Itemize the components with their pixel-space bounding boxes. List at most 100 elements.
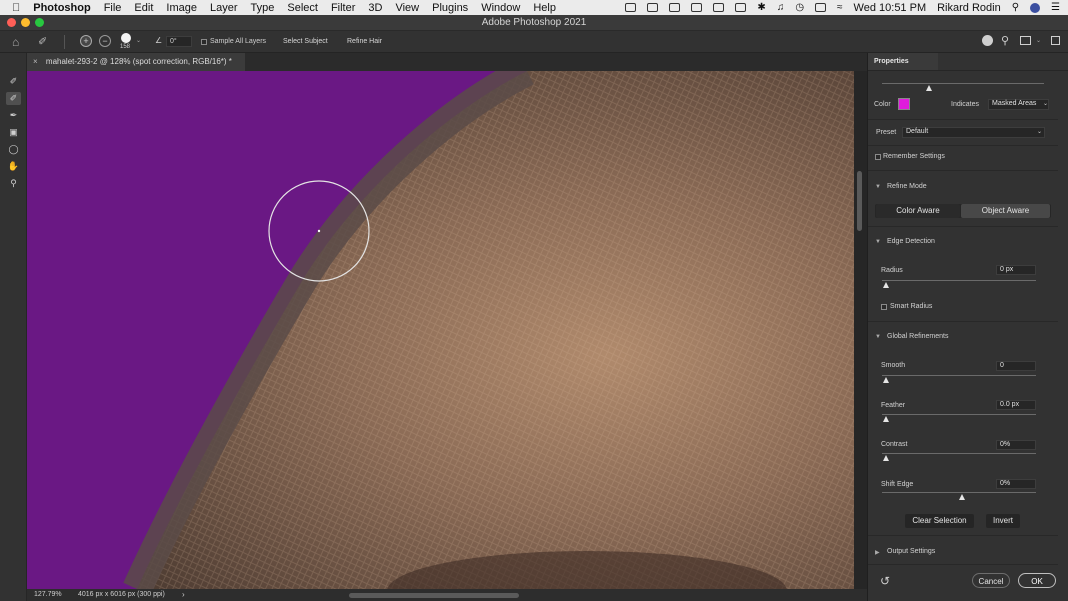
- object-aware-button[interactable]: Object Aware: [961, 204, 1050, 218]
- angle-field[interactable]: 0°: [166, 36, 192, 47]
- brush-preview-icon[interactable]: [121, 33, 131, 43]
- refine-edge-brush-tool-icon[interactable]: ✐: [6, 92, 21, 105]
- menu-layer[interactable]: Layer: [210, 2, 238, 14]
- menu-app-name[interactable]: Photoshop: [33, 2, 90, 14]
- invert-button[interactable]: Invert: [986, 514, 1020, 528]
- smooth-slider-track[interactable]: [882, 375, 1036, 376]
- refine-mode-title[interactable]: Refine Mode: [887, 183, 927, 190]
- workspace-chevron-down-icon[interactable]: ⌄: [1036, 37, 1041, 44]
- user-icon[interactable]: [982, 35, 993, 46]
- indicates-select[interactable]: Masked Areas: [988, 99, 1049, 110]
- global-refinements-chevron-down-icon[interactable]: ▼: [875, 334, 881, 340]
- status-menu-chevron-right-icon[interactable]: ›: [182, 590, 185, 599]
- hand-tool-icon[interactable]: ✋: [6, 160, 21, 173]
- subtract-from-selection-icon[interactable]: −: [99, 35, 111, 47]
- object-selection-tool-icon[interactable]: ▣: [6, 126, 21, 139]
- document-tab[interactable]: × mahalet-293-2 @ 128% (spot correction,…: [27, 53, 245, 71]
- refine-hair-button[interactable]: Refine Hair: [341, 35, 388, 49]
- brush-dropdown-chevron-down-icon[interactable]: ⌄: [136, 37, 141, 44]
- view-opacity-slider-thumb[interactable]: [926, 85, 932, 91]
- workspace-icon[interactable]: [1020, 36, 1031, 45]
- preset-select[interactable]: Default: [902, 127, 1045, 138]
- refine-mode-chevron-down-icon[interactable]: ▼: [875, 184, 881, 190]
- menu-edit[interactable]: Edit: [134, 2, 153, 14]
- select-subject-button[interactable]: Select Subject: [277, 35, 334, 49]
- smooth-slider-thumb[interactable]: [883, 377, 889, 383]
- zoom-window-button[interactable]: [35, 18, 44, 27]
- overlay-color-swatch[interactable]: [898, 98, 910, 110]
- feather-slider-track[interactable]: [882, 414, 1036, 415]
- menu-window[interactable]: Window: [481, 2, 520, 14]
- menu-filter[interactable]: Filter: [331, 2, 355, 14]
- contrast-slider-track[interactable]: [882, 453, 1036, 454]
- brush-tool-icon[interactable]: ✒: [6, 109, 21, 122]
- radius-field[interactable]: 0 px: [996, 265, 1036, 275]
- menu-image[interactable]: Image: [166, 2, 197, 14]
- share-icon[interactable]: [1051, 36, 1060, 45]
- volume-icon[interactable]: ♫: [777, 2, 785, 13]
- horizontal-scrollbar-thumb[interactable]: [349, 593, 519, 598]
- color-aware-button[interactable]: Color Aware: [876, 204, 960, 218]
- reset-icon[interactable]: ↺: [880, 574, 890, 588]
- shift-edge-slider-track[interactable]: [882, 492, 1036, 493]
- tray-sync-icon[interactable]: [735, 3, 747, 12]
- smooth-field[interactable]: 0: [996, 361, 1036, 371]
- airplay-icon[interactable]: [815, 3, 827, 12]
- view-opacity-slider-track[interactable]: [882, 83, 1044, 84]
- edge-detection-title[interactable]: Edge Detection: [887, 238, 935, 245]
- tray-app-icon[interactable]: [625, 3, 637, 12]
- add-to-selection-icon[interactable]: +: [80, 35, 92, 47]
- zoom-tool-icon[interactable]: ⚲: [6, 177, 21, 190]
- shift-edge-field[interactable]: 0%: [996, 479, 1036, 489]
- shift-edge-slider-thumb[interactable]: [959, 494, 965, 500]
- panel-tab[interactable]: Properties: [868, 53, 938, 70]
- output-settings-chevron-right-icon[interactable]: ▶: [875, 549, 880, 556]
- menu-type[interactable]: Type: [251, 2, 275, 14]
- scrollbar-thumb[interactable]: [857, 171, 862, 231]
- menu-view[interactable]: View: [395, 2, 419, 14]
- menu-plugins[interactable]: Plugins: [432, 2, 468, 14]
- menu-file[interactable]: File: [104, 2, 122, 14]
- zoom-level[interactable]: 127.79%: [34, 591, 62, 598]
- tray-keyboard-icon[interactable]: [713, 3, 725, 12]
- search-icon[interactable]: ⚲: [1001, 34, 1009, 47]
- time-machine-icon[interactable]: ◷: [795, 2, 804, 13]
- document-canvas[interactable]: [27, 71, 854, 589]
- menu-select[interactable]: Select: [287, 2, 318, 14]
- radius-slider-track[interactable]: [882, 280, 1036, 281]
- document-info[interactable]: 4016 px x 6016 px (300 ppi): [78, 591, 165, 598]
- ok-button[interactable]: OK: [1018, 573, 1056, 588]
- smart-radius-checkbox[interactable]: [881, 304, 887, 310]
- edge-detection-chevron-down-icon[interactable]: ▼: [875, 239, 881, 245]
- apple-icon[interactable]: : [12, 2, 20, 14]
- cancel-button[interactable]: Cancel: [972, 573, 1010, 588]
- radius-slider-thumb[interactable]: [883, 282, 889, 288]
- vertical-scrollbar[interactable]: [854, 71, 867, 589]
- contrast-field[interactable]: 0%: [996, 440, 1036, 450]
- menu-clock[interactable]: Wed 10:51 PM: [854, 2, 927, 14]
- remember-settings-checkbox[interactable]: [875, 154, 881, 160]
- wifi-icon[interactable]: ≈: [837, 2, 843, 13]
- output-settings-title[interactable]: Output Settings: [887, 548, 935, 555]
- close-tab-icon[interactable]: ×: [33, 57, 38, 66]
- quick-selection-tool-icon[interactable]: ✐: [6, 75, 21, 88]
- sample-all-layers-checkbox[interactable]: [201, 39, 207, 45]
- profile-icon[interactable]: [1030, 2, 1041, 13]
- menu-help[interactable]: Help: [533, 2, 556, 14]
- control-center-icon[interactable]: ☰: [1051, 2, 1060, 13]
- home-icon[interactable]: ⌂: [12, 35, 19, 49]
- bluetooth-icon[interactable]: ✱: [757, 2, 765, 13]
- global-refinements-title[interactable]: Global Refinements: [887, 333, 948, 340]
- menu-3d[interactable]: 3D: [368, 2, 382, 14]
- tray-creative-cloud-icon[interactable]: [669, 3, 681, 12]
- minimize-window-button[interactable]: [21, 18, 30, 27]
- lasso-tool-icon[interactable]: ◯: [6, 143, 21, 156]
- menu-user[interactable]: Rikard Rodin: [937, 2, 1001, 14]
- clear-selection-button[interactable]: Clear Selection: [905, 514, 974, 528]
- tray-screenshot-icon[interactable]: [691, 3, 703, 12]
- refine-brush-tool-icon[interactable]: ✐: [38, 35, 47, 48]
- close-window-button[interactable]: [7, 18, 16, 27]
- spotlight-icon[interactable]: ⚲: [1012, 2, 1019, 13]
- tray-dropbox-icon[interactable]: [647, 3, 659, 12]
- feather-slider-thumb[interactable]: [883, 416, 889, 422]
